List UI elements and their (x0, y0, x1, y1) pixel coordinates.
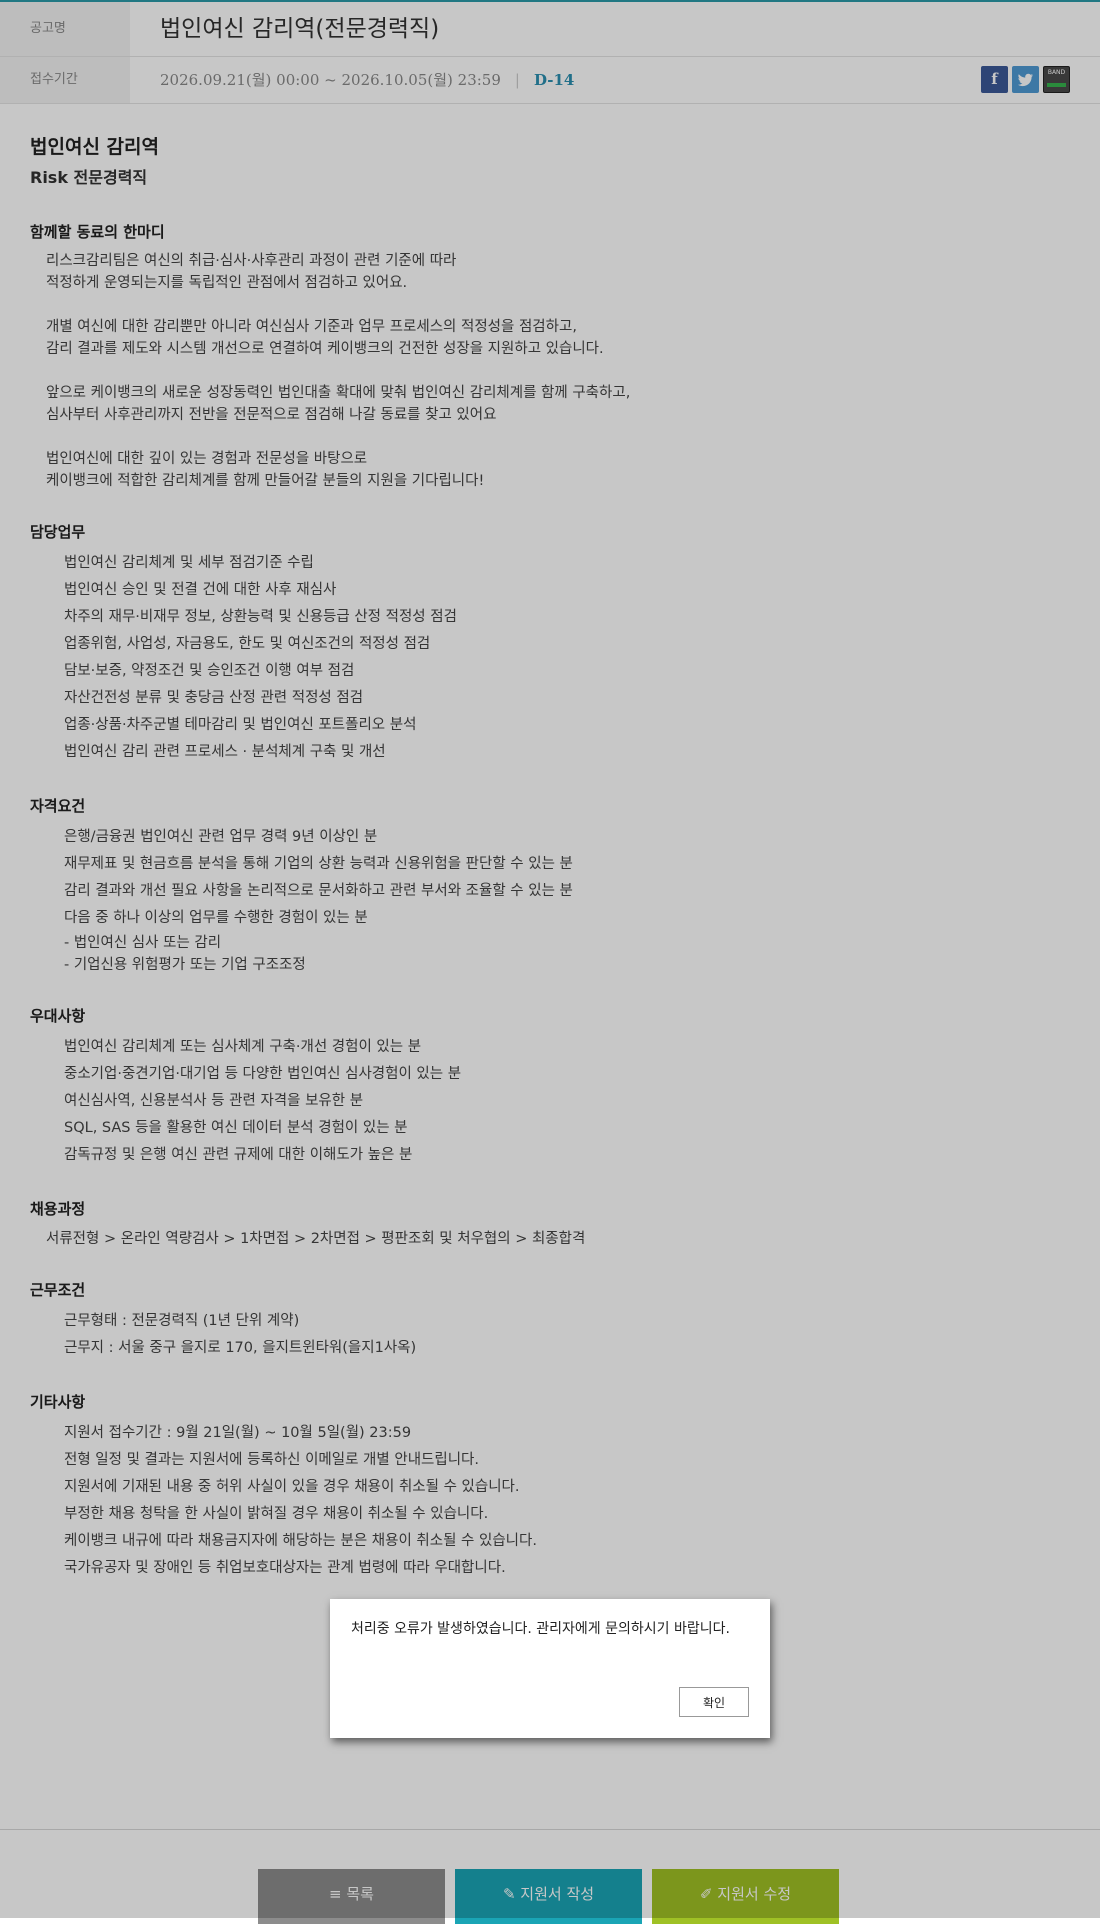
error-message: 처리중 오류가 발생하였습니다. 관리자에게 문의하시기 바랍니다. (351, 1621, 730, 1637)
confirm-button[interactable]: 확인 (679, 1687, 749, 1717)
error-dialog: 처리중 오류가 발생하였습니다. 관리자에게 문의하시기 바랍니다. 확인 (330, 1599, 770, 1738)
